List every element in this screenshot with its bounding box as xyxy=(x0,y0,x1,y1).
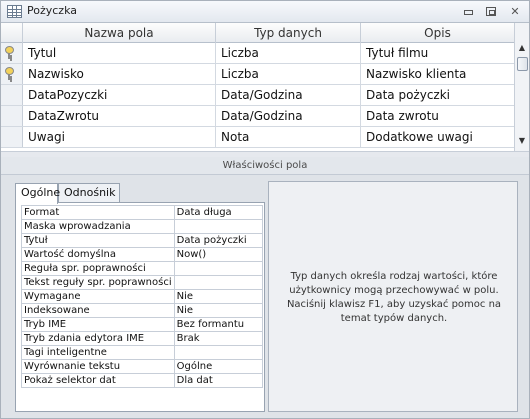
field-properties-title: Właściwości pola xyxy=(1,157,529,175)
property-name: Tagi inteligentne xyxy=(21,345,175,360)
help-panel: Typ danych określa rodzaj wartości, któr… xyxy=(268,181,518,412)
property-row[interactable]: Reguła spr. poprawności xyxy=(21,261,264,276)
table-row[interactable]: DataPozyczki Data/Godzina ▼ Data pożyczk… xyxy=(1,85,514,106)
minimize-button[interactable] xyxy=(460,4,476,19)
property-name: Indeksowane xyxy=(21,303,175,318)
data-type-cell[interactable]: Liczba xyxy=(216,64,361,84)
row-selector[interactable] xyxy=(1,64,23,84)
tab-general[interactable]: Ogólne xyxy=(15,183,60,204)
header-field-name[interactable]: Nazwa pola xyxy=(23,23,216,43)
property-name: Reguła spr. poprawności xyxy=(21,261,175,276)
table-design-window: Pożyczka ✕ Nazwa pola Typ danych Opis Ty… xyxy=(0,0,530,419)
scroll-thumb[interactable] xyxy=(517,57,528,71)
vertical-scrollbar[interactable]: ▲ ▼ xyxy=(514,23,529,151)
property-row[interactable]: Tryb IME Bez formantu xyxy=(21,317,264,332)
field-name-cell[interactable]: Nazwisko xyxy=(23,64,216,84)
property-row[interactable]: Wartość domyślna Now() xyxy=(21,247,264,262)
row-selector[interactable] xyxy=(1,106,23,126)
data-type-value: Data/Godzina xyxy=(221,88,303,102)
table-row[interactable]: Uwagi Nota Dodatkowe uwagi xyxy=(1,127,514,148)
property-row[interactable]: Tryb zdania edytora IME Brak xyxy=(21,331,264,346)
description-cell[interactable]: Tytuł filmu xyxy=(361,43,514,63)
property-table: Format Data długa Maska wprowadzania Tytuł D… xyxy=(21,205,264,388)
property-row[interactable]: Maska wprowadzania xyxy=(21,219,264,234)
property-value[interactable]: Data długa xyxy=(173,205,264,220)
property-value[interactable]: Bez formantu xyxy=(173,317,264,332)
data-type-cell[interactable]: Nota xyxy=(216,127,361,147)
field-name-cell[interactable]: DataPozyczki xyxy=(23,85,216,105)
maximize-icon xyxy=(486,7,496,16)
property-row[interactable]: Tagi inteligentne xyxy=(21,345,264,360)
row-selector-header xyxy=(1,23,23,43)
title-bar[interactable]: Pożyczka ✕ xyxy=(1,1,529,23)
property-value[interactable]: Brak xyxy=(173,331,264,346)
property-row[interactable]: Format Data długa xyxy=(21,205,264,220)
property-name: Pokaż selektor dat xyxy=(21,373,175,388)
property-value[interactable] xyxy=(173,261,264,276)
property-value[interactable] xyxy=(173,275,264,290)
table-icon xyxy=(7,5,22,18)
property-value[interactable]: Now() xyxy=(173,247,264,262)
property-name: Wartość domyślna xyxy=(21,247,175,262)
window-title: Pożyczka xyxy=(27,4,77,17)
scroll-down-icon[interactable]: ▼ xyxy=(515,134,529,148)
help-text: Typ danych określa rodzaj wartości, któr… xyxy=(286,271,502,324)
property-name: Maska wprowadzania xyxy=(21,219,175,234)
property-value[interactable] xyxy=(173,345,264,360)
description-cell[interactable]: Data pożyczki xyxy=(361,85,514,105)
row-selector[interactable] xyxy=(1,85,23,105)
field-name-cell[interactable]: Uwagi xyxy=(23,127,216,147)
property-name: Tryb IME xyxy=(21,317,175,332)
row-selector[interactable] xyxy=(1,43,23,63)
property-value[interactable]: Dla dat xyxy=(173,373,264,388)
property-value[interactable]: Data pożyczki xyxy=(173,233,264,248)
field-name-cell[interactable]: Tytul xyxy=(23,43,216,63)
description-cell[interactable]: Data zwrotu xyxy=(361,106,514,126)
property-name: Tekst reguły spr. poprawności xyxy=(21,275,175,290)
data-type-cell[interactable]: Data/Godzina ▼ xyxy=(216,85,361,105)
property-sheet: Format Data długa Maska wprowadzania Tytuł D… xyxy=(15,202,265,412)
property-row[interactable]: Indeksowane Nie xyxy=(21,303,264,318)
description-cell[interactable]: Nazwisko klienta xyxy=(361,64,514,84)
row-selector[interactable] xyxy=(1,127,23,147)
close-icon: ✕ xyxy=(510,5,520,18)
data-type-cell[interactable]: Liczba xyxy=(216,43,361,63)
description-cell[interactable]: Dodatkowe uwagi xyxy=(361,127,514,147)
property-name: Format xyxy=(21,205,175,220)
primary-key-icon xyxy=(5,67,16,81)
data-type-cell[interactable]: Data/Godzina xyxy=(216,106,361,126)
property-row[interactable]: Wyrównanie tekstu Ogólne xyxy=(21,359,264,374)
property-row[interactable]: Pokaż selektor dat Dla dat xyxy=(21,373,264,388)
property-row[interactable]: Tytuł Data pożyczki xyxy=(21,233,264,248)
property-name: Wyrównanie tekstu xyxy=(21,359,175,374)
property-value[interactable]: Nie xyxy=(173,289,264,304)
field-grid: Nazwa pola Typ danych Opis Tytul Liczba … xyxy=(1,23,514,151)
scroll-up-icon[interactable]: ▲ xyxy=(515,41,529,55)
field-name-cell[interactable]: DataZwrotu xyxy=(23,106,216,126)
property-row[interactable]: Tekst reguły spr. poprawności xyxy=(21,275,264,290)
header-data-type[interactable]: Typ danych xyxy=(216,23,361,43)
property-value[interactable]: Nie xyxy=(173,303,264,318)
property-name: Tryb zdania edytora IME xyxy=(21,331,175,346)
close-button[interactable]: ✕ xyxy=(507,4,523,19)
property-name: Wymagane xyxy=(21,289,175,304)
property-name: Tytuł xyxy=(21,233,175,248)
maximize-button[interactable] xyxy=(483,4,499,19)
primary-key-icon xyxy=(5,46,16,60)
minimize-icon xyxy=(463,10,473,15)
table-row[interactable]: Nazwisko Liczba Nazwisko klienta xyxy=(1,64,514,85)
property-value[interactable] xyxy=(173,219,264,234)
table-row[interactable]: DataZwrotu Data/Godzina Data zwrotu xyxy=(1,106,514,127)
grid-header: Nazwa pola Typ danych Opis xyxy=(1,23,514,43)
header-description[interactable]: Opis xyxy=(361,23,514,43)
tab-lookup[interactable]: Odnośnik xyxy=(58,183,120,203)
property-row[interactable]: Wymagane Nie xyxy=(21,289,264,304)
table-row[interactable]: Tytul Liczba Tytuł filmu xyxy=(1,43,514,64)
property-value[interactable]: Ogólne xyxy=(173,359,264,374)
